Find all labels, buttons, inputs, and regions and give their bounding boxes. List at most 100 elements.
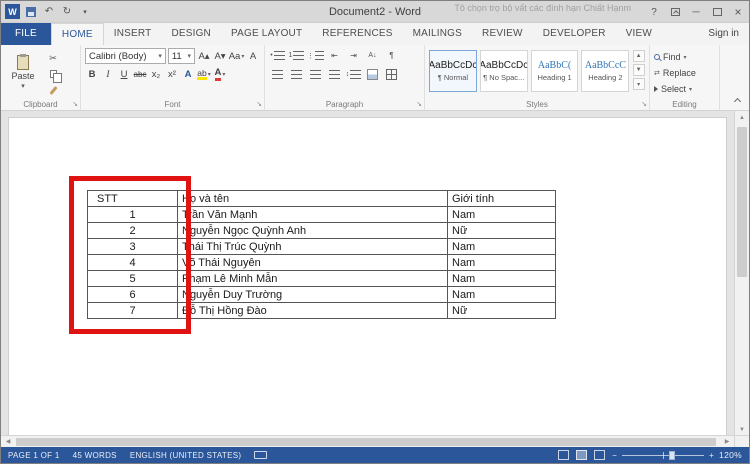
vertical-scrollbar[interactable]: ▲ ▼ <box>734 111 749 437</box>
zoom-in-button[interactable]: + <box>709 451 714 460</box>
show-hide-marks-button[interactable]: ¶ <box>383 48 400 63</box>
web-layout-button[interactable] <box>594 450 605 460</box>
shading-button[interactable] <box>364 67 381 82</box>
paste-button[interactable]: Paste ▾ <box>5 48 41 97</box>
highlight-color-button[interactable]: ab▾ <box>197 67 211 82</box>
table-cell[interactable]: Trần Văn Mạnh <box>178 207 448 223</box>
tab-review[interactable]: REVIEW <box>472 23 533 45</box>
tab-view[interactable]: VIEW <box>616 23 662 45</box>
ribbon-display-options-button[interactable] <box>669 4 681 20</box>
multilevel-list-button[interactable]: ⋮ <box>307 48 324 63</box>
horizontal-scrollbar[interactable]: ◀ ▶ <box>1 435 734 447</box>
tab-file[interactable]: FILE <box>1 23 51 45</box>
keyboard-icon[interactable] <box>254 451 267 459</box>
table-header-cell[interactable]: Giới tính <box>448 191 556 207</box>
style-heading-1[interactable]: AaBbC( Heading 1 <box>531 50 579 92</box>
word-count-status[interactable]: 45 WORDS <box>73 451 117 460</box>
language-status[interactable]: ENGLISH (UNITED STATES) <box>130 451 242 460</box>
text-effects-button[interactable]: A <box>181 67 195 82</box>
table-cell[interactable]: Nam <box>448 255 556 271</box>
table-cell[interactable]: 4 <box>88 255 178 271</box>
horizontal-scroll-thumb[interactable] <box>16 438 716 446</box>
table-cell[interactable]: 5 <box>88 271 178 287</box>
table-cell[interactable]: 1 <box>88 207 178 223</box>
table-cell[interactable]: Võ Thái Nguyên <box>178 255 448 271</box>
tab-mailings[interactable]: MAILINGS <box>403 23 472 45</box>
help-button[interactable]: ? <box>648 4 660 20</box>
grow-font-button[interactable]: A▴ <box>197 49 211 64</box>
tab-insert[interactable]: INSERT <box>104 23 162 45</box>
sort-button[interactable]: A↓ <box>364 48 381 63</box>
paragraph-dialog-launcher[interactable]: ↘ <box>416 101 422 108</box>
styles-scroll-up-button[interactable]: ▲ <box>633 50 645 62</box>
scroll-right-arrow[interactable]: ▶ <box>720 436 734 447</box>
table-cell[interactable]: Nam <box>448 239 556 255</box>
table-cell[interactable]: 6 <box>88 287 178 303</box>
line-spacing-button[interactable]: ↕ <box>345 67 362 82</box>
tab-references[interactable]: REFERENCES <box>312 23 402 45</box>
shrink-font-button[interactable]: A▾ <box>213 49 227 64</box>
decrease-indent-button[interactable]: ⇤ <box>326 48 343 63</box>
italic-button[interactable]: I <box>101 67 115 82</box>
page-count-status[interactable]: PAGE 1 OF 1 <box>8 451 60 460</box>
numbering-button[interactable]: 1 <box>288 48 305 63</box>
table-cell[interactable]: Nữ <box>448 303 556 319</box>
styles-more-button[interactable]: ▾ <box>633 78 645 90</box>
scroll-up-arrow[interactable]: ▲ <box>735 111 749 125</box>
style-normal[interactable]: AaBbCcDc ¶ Normal <box>429 50 477 92</box>
save-button[interactable] <box>24 4 38 20</box>
increase-indent-button[interactable]: ⇥ <box>345 48 362 63</box>
align-center-button[interactable] <box>288 67 305 82</box>
subscript-button[interactable]: x₂ <box>149 67 163 82</box>
justify-button[interactable] <box>326 67 343 82</box>
maximize-button[interactable] <box>711 4 723 20</box>
font-family-select[interactable]: Calibri (Body) ▾ <box>85 48 166 64</box>
style-heading-2[interactable]: AaBbCcC Heading 2 <box>581 50 629 92</box>
zoom-out-button[interactable]: − <box>612 451 617 460</box>
align-right-button[interactable] <box>307 67 324 82</box>
clipboard-dialog-launcher[interactable]: ↘ <box>72 101 78 108</box>
underline-button[interactable]: U <box>117 67 131 82</box>
table-cell[interactable]: Nam <box>448 271 556 287</box>
format-painter-button[interactable] <box>45 85 61 97</box>
read-mode-button[interactable] <box>558 450 569 460</box>
sign-in-link[interactable]: Sign in <box>698 23 749 45</box>
table-cell[interactable]: 7 <box>88 303 178 319</box>
styles-scroll-down-button[interactable]: ▼ <box>633 64 645 76</box>
undo-button[interactable]: ↶ <box>42 4 56 20</box>
table-cell[interactable]: Nam <box>448 207 556 223</box>
cut-button[interactable]: ✂ <box>45 52 61 64</box>
print-layout-button[interactable] <box>576 450 587 460</box>
zoom-slider-handle[interactable] <box>669 451 675 460</box>
tab-page-layout[interactable]: PAGE LAYOUT <box>221 23 312 45</box>
bold-button[interactable]: B <box>85 67 99 82</box>
select-button[interactable]: Select ▾ <box>654 82 715 96</box>
table-cell[interactable]: Nữ <box>448 223 556 239</box>
tab-home[interactable]: HOME <box>51 23 104 45</box>
close-button[interactable]: × <box>732 4 744 20</box>
table-cell[interactable]: Nam <box>448 287 556 303</box>
table-cell[interactable]: Nguyễn Duy Trường <box>178 287 448 303</box>
table-cell[interactable]: Thái Thị Trúc Quỳnh <box>178 239 448 255</box>
collapse-ribbon-button[interactable] <box>734 97 741 104</box>
clear-formatting-button[interactable]: A <box>246 49 260 64</box>
table-cell[interactable]: Phạm Lê Minh Mẫn <box>178 271 448 287</box>
change-case-button[interactable]: Aa▾ <box>229 49 244 64</box>
replace-button[interactable]: ⇄ Replace <box>654 66 715 80</box>
find-button[interactable]: Find ▾ <box>654 50 715 64</box>
table-cell[interactable]: 3 <box>88 239 178 255</box>
table-cell[interactable]: Đỗ Thị Hồng Đào <box>178 303 448 319</box>
minimize-button[interactable]: ─ <box>690 4 702 20</box>
bullets-button[interactable]: • <box>269 48 286 63</box>
zoom-percentage[interactable]: 120% <box>719 450 742 460</box>
table-header-cell[interactable]: Họ và tên <box>178 191 448 207</box>
font-dialog-launcher[interactable]: ↘ <box>256 101 262 108</box>
borders-button[interactable] <box>383 67 400 82</box>
font-size-select[interactable]: 11 ▾ <box>168 48 195 64</box>
zoom-slider[interactable] <box>622 450 704 460</box>
tab-design[interactable]: DESIGN <box>161 23 221 45</box>
strikethrough-button[interactable]: abc <box>133 67 147 82</box>
table-header-cell[interactable]: STT <box>88 191 178 207</box>
styles-dialog-launcher[interactable]: ↘ <box>641 101 647 108</box>
redo-button[interactable]: ↻ <box>60 4 74 20</box>
